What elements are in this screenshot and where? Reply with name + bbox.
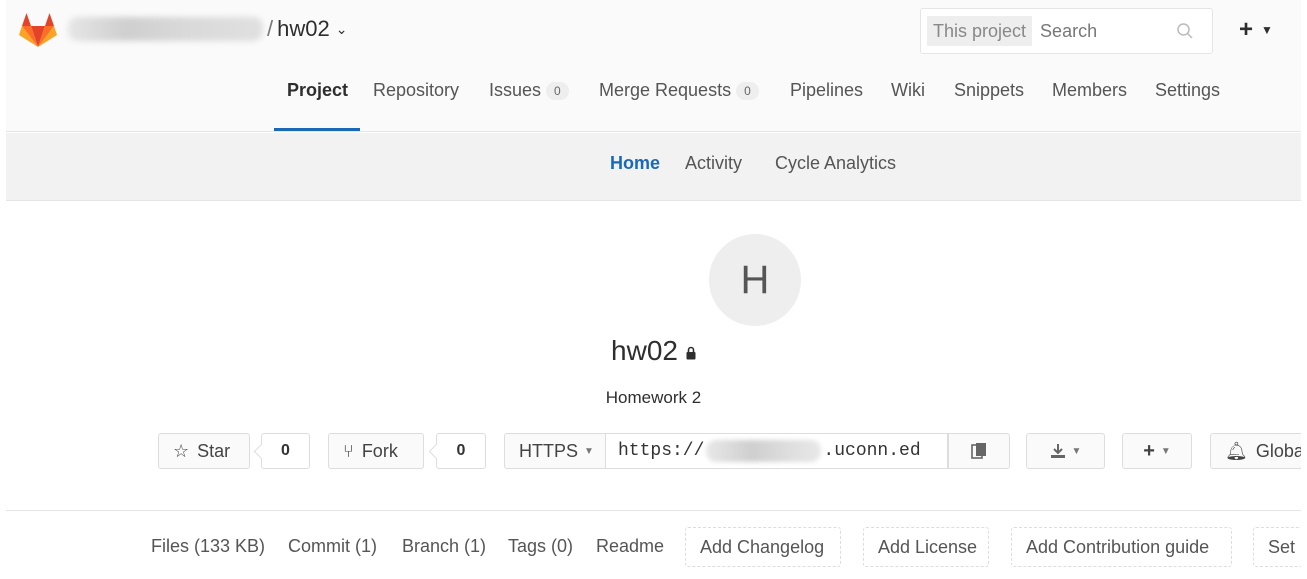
tab-merge-requests[interactable]: Merge Requests 0	[599, 80, 759, 101]
add-changelog-button[interactable]: Add Changelog	[685, 527, 841, 567]
clone-protocol-dropdown[interactable]: HTTPS ▼	[504, 433, 606, 469]
new-item-dropdown[interactable]: + ▼	[1239, 16, 1273, 44]
caret-down-icon: ▼	[584, 445, 594, 457]
search-icon	[1177, 23, 1193, 39]
breadcrumb: / hw02 ⌄	[68, 16, 347, 42]
add-contribution-guide-button[interactable]: Add Contribution guide	[1011, 527, 1232, 567]
subtab-activity[interactable]: Activity	[685, 153, 742, 174]
project-title-text: hw02	[611, 335, 678, 366]
tab-snippets[interactable]: Snippets	[954, 80, 1024, 101]
star-label: Star	[197, 440, 231, 461]
caret-down-icon: ▼	[1261, 23, 1273, 37]
add-file-dropdown[interactable]: + ▼	[1122, 433, 1192, 469]
setup-ci-button[interactable]: Set u	[1253, 527, 1307, 567]
add-license-button[interactable]: Add License	[863, 527, 989, 567]
commits-link[interactable]: Commit (1)	[288, 536, 377, 557]
tab-members[interactable]: Members	[1052, 80, 1127, 101]
subtab-cycle-analytics[interactable]: Cycle Analytics	[775, 153, 896, 174]
download-dropdown[interactable]: ▼	[1026, 433, 1105, 469]
tab-repository[interactable]: Repository	[373, 80, 459, 101]
fork-label: Fork	[361, 440, 398, 461]
plus-icon: +	[1239, 16, 1254, 43]
fork-icon: ⑂	[343, 440, 354, 461]
page-edge	[1301, 0, 1307, 579]
active-tab-indicator	[274, 128, 360, 131]
project-avatar: H	[709, 234, 801, 326]
clone-url-redacted	[706, 440, 822, 462]
merge-requests-count-badge: 0	[736, 81, 759, 100]
lock-icon	[686, 346, 696, 360]
tab-settings[interactable]: Settings	[1155, 80, 1220, 101]
tab-pipelines[interactable]: Pipelines	[790, 80, 863, 101]
divider	[6, 510, 1301, 511]
project-name-link[interactable]: hw02	[277, 16, 330, 42]
search-box: This project	[920, 8, 1213, 54]
notification-label: Globa	[1255, 440, 1304, 461]
project-nav: Project Repository Issues 0 Merge Reques…	[6, 70, 1301, 132]
tab-issues-label: Issues	[489, 80, 542, 100]
chevron-down-icon[interactable]: ⌄	[336, 21, 348, 38]
caret-down-icon: ▼	[1071, 445, 1082, 457]
subtab-home[interactable]: Home	[610, 153, 660, 174]
bell-icon: 🔔︎	[1225, 440, 1248, 461]
search-input[interactable]	[1040, 20, 1171, 42]
sub-nav: Home Activity Cycle Analytics	[6, 133, 1301, 201]
gitlab-logo-icon[interactable]	[18, 10, 58, 50]
branches-link[interactable]: Branch (1)	[402, 536, 486, 557]
clone-url-input[interactable]: https:// .uconn.ed	[606, 433, 948, 469]
breadcrumb-separator: /	[267, 16, 274, 41]
tab-issues[interactable]: Issues 0	[489, 80, 569, 101]
notification-dropdown[interactable]: 🔔︎ Globa	[1210, 433, 1307, 469]
tab-wiki[interactable]: Wiki	[891, 80, 925, 101]
copy-url-button[interactable]	[948, 433, 1010, 469]
clone-url-prefix: https://	[618, 441, 705, 461]
readme-link[interactable]: Readme	[596, 536, 664, 557]
project-title: hw02	[0, 335, 1307, 367]
fork-button[interactable]: ⑂ Fork	[328, 433, 424, 469]
caret-down-icon: ▼	[1160, 445, 1171, 457]
star-icon: ☆	[173, 440, 190, 461]
tags-link[interactable]: Tags (0)	[508, 536, 573, 557]
download-icon	[1050, 444, 1065, 458]
plus-icon: +	[1143, 439, 1155, 462]
top-bar: / hw02 ⌄ This project + ▼ Project Reposi…	[6, 0, 1301, 132]
issues-count-badge: 0	[546, 81, 569, 100]
namespace-link-redacted[interactable]	[68, 17, 263, 41]
search-scope-label: This project	[927, 16, 1033, 46]
tab-project[interactable]: Project	[287, 80, 348, 101]
clipboard-icon	[971, 443, 986, 459]
clone-url-suffix: .uconn.ed	[823, 441, 921, 461]
star-count[interactable]: 0	[261, 433, 310, 469]
tab-merge-requests-label: Merge Requests	[599, 80, 732, 100]
protocol-label: HTTPS	[519, 440, 579, 461]
star-button[interactable]: ☆ Star	[158, 433, 250, 469]
fork-count[interactable]: 0	[436, 433, 486, 469]
files-link[interactable]: Files (133 KB)	[151, 536, 265, 557]
project-description: Homework 2	[605, 388, 702, 407]
